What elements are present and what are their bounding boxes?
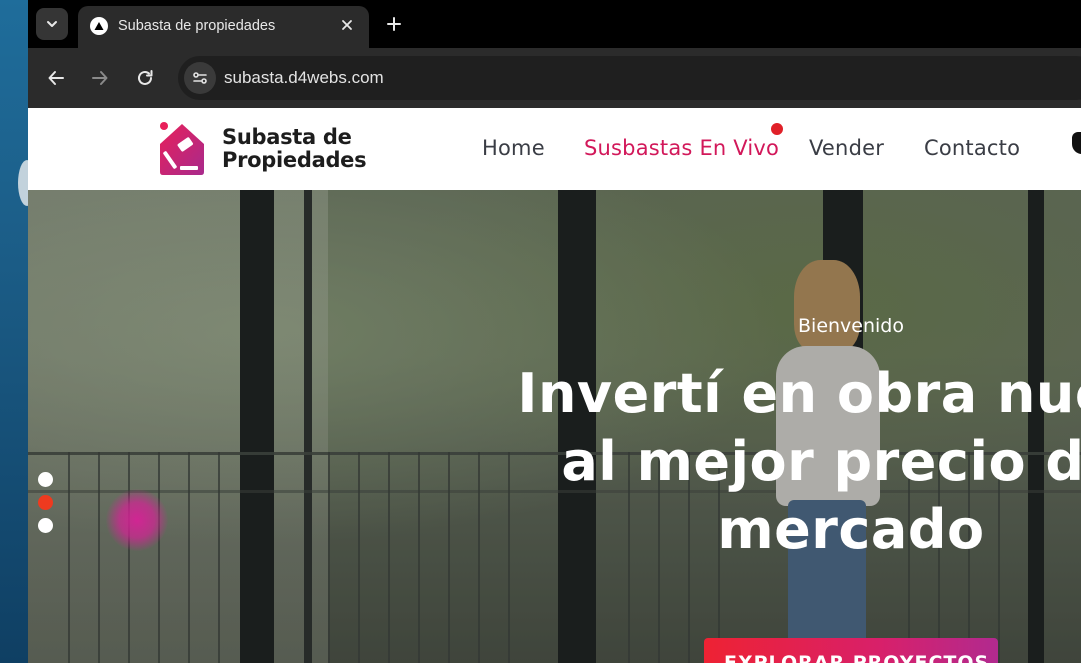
back-button[interactable] [42, 64, 70, 92]
nav-live-auctions[interactable]: Susbastas En Vivo [584, 134, 779, 162]
header-action-icon[interactable] [1072, 132, 1081, 154]
slider-dot-1[interactable] [38, 472, 53, 487]
cursor-highlight [106, 489, 168, 551]
close-icon [342, 20, 352, 30]
site-favicon-icon [90, 17, 108, 35]
tab-search-button[interactable] [36, 8, 68, 40]
logo-line-2: Propiedades [222, 148, 367, 172]
desktop-background [0, 0, 36, 663]
live-indicator-dot [771, 123, 783, 135]
nav-sell[interactable]: Vender [809, 134, 884, 162]
tab-title: Subasta de propiedades [118, 18, 276, 34]
hero-section: Bienvenido Invertí en obra nueva al mejo… [28, 190, 1081, 663]
reload-button[interactable] [131, 64, 159, 92]
web-page: Subasta de Propiedades Home Susbastas En… [28, 108, 1081, 663]
slider-dot-3[interactable] [38, 518, 53, 533]
tab-strip: Subasta de propiedades [28, 0, 1081, 48]
active-tab[interactable]: Subasta de propiedades [78, 6, 369, 48]
reload-icon [138, 70, 153, 85]
close-tab-button[interactable] [337, 15, 357, 35]
browser-toolbar: subasta.d4webs.com [28, 48, 1081, 108]
arrow-left-icon [48, 71, 64, 85]
explore-projects-button[interactable]: EXPLORAR PROYECTOS [704, 638, 998, 663]
nav-home[interactable]: Home [482, 134, 545, 162]
arrow-right-icon [92, 71, 108, 85]
site-logo-text[interactable]: Subasta de Propiedades [222, 125, 367, 172]
logo-line-1: Subasta de [222, 125, 352, 149]
slider-dot-2[interactable] [38, 495, 53, 510]
forward-button[interactable] [86, 64, 114, 92]
hero-eyebrow: Bienvenido [798, 315, 904, 337]
nav-contact[interactable]: Contacto [924, 134, 1020, 162]
hero-title: Invertí en obra nueva al mejor precio de… [517, 362, 1081, 561]
tune-icon [193, 72, 207, 84]
site-info-button[interactable] [184, 62, 216, 94]
url-text: subasta.d4webs.com [224, 68, 384, 87]
address-bar[interactable]: subasta.d4webs.com [178, 56, 1081, 100]
new-tab-button[interactable] [382, 12, 406, 36]
browser-window: Subasta de propiedades subasta.d4webs.co… [28, 0, 1081, 663]
gavel-logo-icon [160, 122, 204, 175]
site-header: Subasta de Propiedades Home Susbastas En… [28, 108, 1081, 190]
plus-icon [387, 17, 401, 31]
chevron-down-icon [47, 21, 57, 27]
